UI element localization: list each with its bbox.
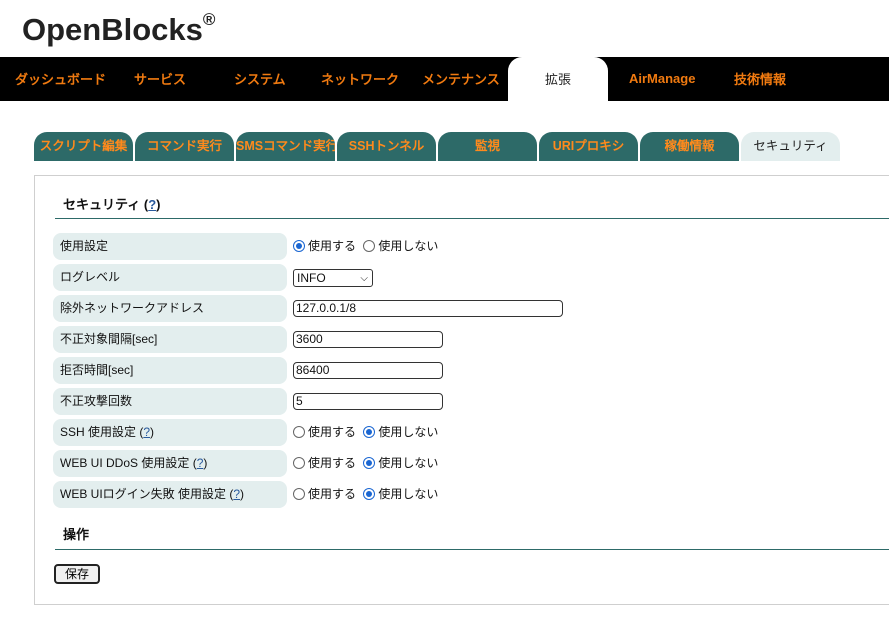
ssh-off-label: 使用しない bbox=[378, 425, 439, 439]
ddos-off-radio[interactable] bbox=[363, 457, 376, 469]
ddos-on-radio[interactable] bbox=[293, 457, 305, 469]
loginfail-label-text: WEB UIログイン失敗 使用設定 bbox=[60, 487, 230, 501]
ddos-off-label: 使用しない bbox=[378, 456, 439, 470]
loglevel-label: ログレベル bbox=[53, 264, 287, 291]
ssh-off-radio[interactable] bbox=[363, 426, 376, 438]
tab-security[interactable]: セキュリティ bbox=[741, 132, 840, 161]
ddos-on-label: 使用する bbox=[308, 456, 357, 470]
ssh-options: 使用する 使用しない bbox=[293, 419, 442, 446]
help-paren-close: ) bbox=[203, 456, 208, 470]
attempts-label: 不正攻撃回数 bbox=[53, 388, 287, 415]
security-title: セキュリティ bbox=[63, 197, 141, 212]
tab-sms-command[interactable]: SMSコマンド実行 bbox=[236, 132, 335, 161]
ddos-options: 使用する 使用しない bbox=[293, 450, 442, 477]
help-paren-close: ) bbox=[150, 425, 155, 439]
nav-item-services[interactable]: サービス bbox=[134, 57, 186, 101]
loginfail-options: 使用する 使用しない bbox=[293, 481, 442, 508]
loginfail-on-label: 使用する bbox=[308, 487, 357, 501]
interval-label: 不正対象間隔[sec] bbox=[53, 326, 287, 353]
usage-options: 使用する 使用しない bbox=[293, 233, 442, 260]
interval-input[interactable]: 3600 bbox=[293, 331, 443, 348]
deny-time-input[interactable]: 86400 bbox=[293, 362, 443, 379]
help-paren-close: ) bbox=[156, 197, 161, 212]
usage-off-radio[interactable] bbox=[363, 240, 376, 252]
nav-item-dashboard[interactable]: ダッシュボード bbox=[15, 57, 106, 101]
exclude-network-input[interactable]: 127.0.0.1/8 bbox=[293, 300, 563, 317]
tab-uptime-info[interactable]: 稼働情報 bbox=[640, 132, 739, 161]
help-paren-close: ) bbox=[240, 487, 245, 501]
security-panel: セキュリティ (?) 使用設定 使用する 使用しない ログレベル INFO ⌵ … bbox=[34, 175, 889, 605]
ssh-on-label: 使用する bbox=[308, 425, 357, 439]
ssh-label-text: SSH 使用設定 bbox=[60, 425, 140, 439]
loginfail-off-label: 使用しない bbox=[378, 487, 439, 501]
loginfail-label: WEB UIログイン失敗 使用設定 (?) bbox=[53, 481, 287, 508]
nav-item-extension[interactable]: 拡張 bbox=[508, 57, 608, 101]
attempts-input[interactable]: 5 bbox=[293, 393, 443, 410]
usage-on-radio[interactable] bbox=[293, 240, 305, 252]
ssh-on-radio[interactable] bbox=[293, 426, 305, 438]
loglevel-selected: INFO bbox=[297, 271, 326, 285]
operation-title: 操作 bbox=[63, 527, 90, 542]
tab-command-exec[interactable]: コマンド実行 bbox=[135, 132, 234, 161]
ssh-label: SSH 使用設定 (?) bbox=[53, 419, 287, 446]
security-help-link[interactable]: ? bbox=[148, 197, 156, 212]
chevron-down-icon: ⌵ bbox=[360, 273, 368, 284]
top-nav: ダッシュボード サービス システム ネットワーク メンテナンス 拡張 AirMa… bbox=[0, 57, 889, 101]
tab-ssh-tunnel[interactable]: SSHトンネル bbox=[337, 132, 436, 161]
nav-item-maintenance[interactable]: メンテナンス bbox=[422, 57, 500, 101]
loginfail-off-radio[interactable] bbox=[363, 488, 376, 500]
tab-script-edit[interactable]: スクリプト編集 bbox=[34, 132, 133, 161]
security-heading: セキュリティ (?) bbox=[55, 194, 889, 219]
tab-monitor[interactable]: 監視 bbox=[438, 132, 537, 161]
brand-logo: OpenBlocks® bbox=[22, 9, 216, 48]
ddos-label: WEB UI DDoS 使用設定 (?) bbox=[53, 450, 287, 477]
usage-label: 使用設定 bbox=[53, 233, 287, 260]
deny-label: 拒否時間[sec] bbox=[53, 357, 287, 384]
save-button[interactable]: 保存 bbox=[54, 564, 100, 584]
nav-item-techinfo[interactable]: 技術情報 bbox=[734, 57, 786, 101]
operation-heading: 操作 bbox=[55, 524, 889, 550]
tab-uri-proxy[interactable]: URIプロキシ bbox=[539, 132, 638, 161]
ddos-label-text: WEB UI DDoS 使用設定 bbox=[60, 456, 193, 470]
exclude-label: 除外ネットワークアドレス bbox=[53, 295, 287, 322]
loginfail-on-radio[interactable] bbox=[293, 488, 305, 500]
brand-name: OpenBlocks bbox=[22, 12, 203, 47]
usage-on-label: 使用する bbox=[308, 239, 357, 253]
nav-item-airmanage[interactable]: AirManage bbox=[629, 57, 695, 101]
loglevel-select[interactable]: INFO ⌵ bbox=[293, 269, 373, 287]
nav-item-system[interactable]: システム bbox=[234, 57, 286, 101]
usage-off-label: 使用しない bbox=[378, 239, 439, 253]
registered-mark: ® bbox=[202, 9, 216, 29]
nav-item-network[interactable]: ネットワーク bbox=[321, 57, 399, 101]
